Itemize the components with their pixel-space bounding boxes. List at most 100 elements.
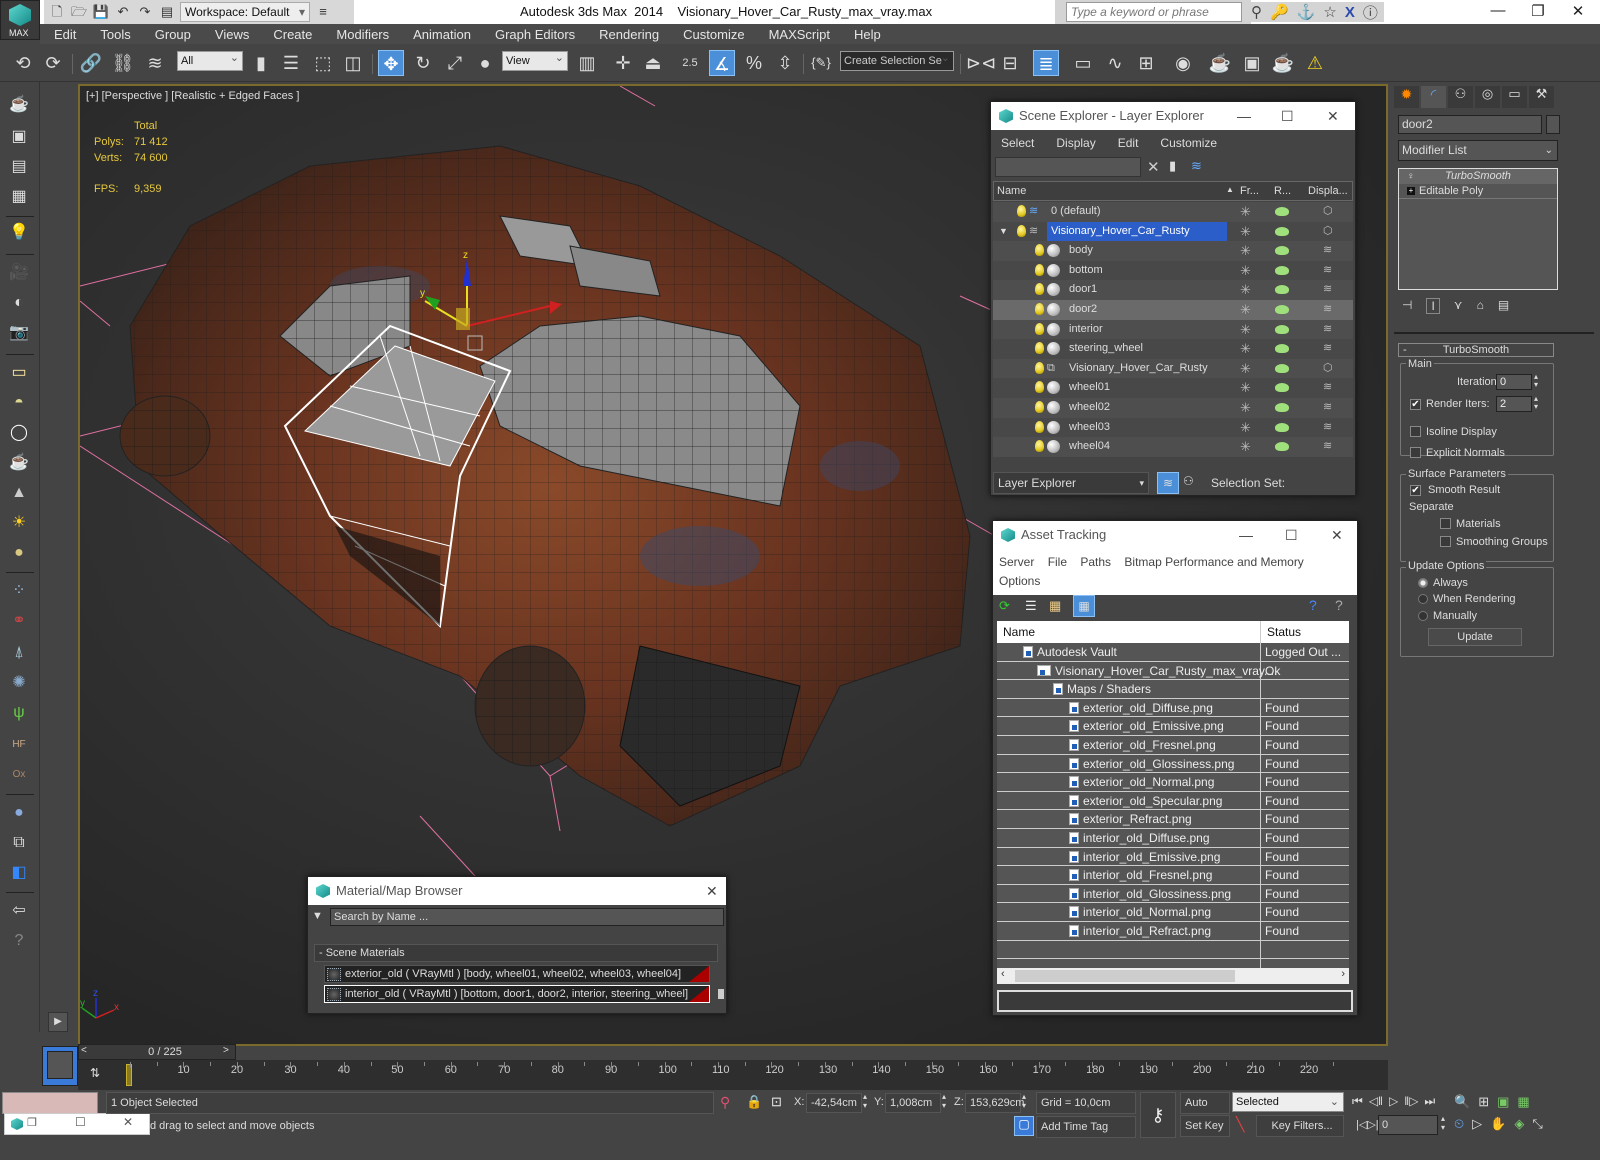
track-bar-filter-icon[interactable]: ⇅ — [90, 1066, 100, 1080]
layer-row[interactable]: steering_wheel ✳ ≋ — [993, 339, 1353, 359]
layer-row[interactable]: wheel03 ✳ ≋ — [993, 417, 1353, 438]
lightbulb-icon[interactable] — [1035, 263, 1044, 276]
modifier-list-dropdown[interactable]: Modifier List ⌄ — [1398, 140, 1558, 161]
minimize-button[interactable]: — — [1239, 521, 1253, 549]
asset-row[interactable]: Visionary_Hover_Car_Rusty_max_vray.... Ok — [997, 661, 1349, 681]
scrollbar-thumb[interactable] — [1015, 970, 1235, 982]
key-mode-toggle-icon[interactable]: |◁▷| — [1356, 1118, 1379, 1131]
lightbulb-icon[interactable] — [1035, 342, 1044, 355]
menu-group[interactable]: Group — [155, 27, 191, 42]
grass-icon[interactable]: ψ — [8, 702, 30, 724]
explicit-normals-checkbox[interactable] — [1410, 447, 1421, 458]
x-coordinate-field[interactable]: -42,54cm — [806, 1093, 862, 1113]
material-item-exterior[interactable]: exterior_old ( VRayMtl ) [body, wheel01,… — [324, 965, 710, 983]
freeze-icon[interactable]: ✳ — [1240, 280, 1251, 299]
scene-materials-header[interactable]: - Scene Materials — [314, 944, 718, 962]
menu-views[interactable]: Views — [215, 27, 249, 42]
binoculars-icon[interactable]: ⚲ — [1251, 3, 1262, 21]
z-spinner-icon[interactable]: ▴ ▾ — [1022, 1092, 1026, 1110]
asset-row[interactable]: exterior_old_Fresnel.png Found — [997, 736, 1349, 755]
set-key-toggle-icon[interactable]: ⚷ — [1140, 1092, 1176, 1138]
maximize-button[interactable]: ☐ — [1285, 521, 1298, 549]
hair-fur-icon[interactable]: HF — [8, 734, 30, 756]
close-icon[interactable]: ✕ — [123, 1115, 133, 1129]
render-iters-checkbox[interactable]: ✔ — [1410, 399, 1421, 410]
smooth-result-checkbox[interactable]: ✔ — [1410, 485, 1421, 496]
undo-icon[interactable]: ↶ — [114, 4, 132, 20]
close-button[interactable]: ✕ — [1558, 2, 1598, 22]
window-crossing-icon[interactable]: ◫ — [340, 50, 366, 76]
scene-explorer-search-input[interactable] — [995, 157, 1141, 177]
display-shaded-icon[interactable]: ≋ — [1323, 398, 1332, 417]
separate-materials-checkbox[interactable] — [1440, 518, 1451, 529]
freeze-icon[interactable]: ✳ — [1240, 437, 1251, 456]
display-shaded-icon[interactable]: ≋ — [1323, 261, 1332, 280]
render-frame-icon[interactable]: ▣ — [8, 126, 30, 148]
lightbulb-icon[interactable] — [1035, 283, 1044, 296]
turbosmooth-rollout-header[interactable]: - TurboSmooth — [1398, 343, 1554, 357]
create-layer-icon[interactable]: ▮ — [1169, 158, 1176, 174]
rectangular-selection-icon[interactable]: ⬚ — [310, 50, 336, 76]
mesh-light-icon[interactable]: ☕ — [8, 452, 30, 474]
display-shaded-icon[interactable]: ≋ — [1323, 378, 1332, 397]
spinner-arrows-icon[interactable]: ▴ ▾ — [1534, 395, 1538, 411]
browser-options-icon[interactable]: ▼ — [312, 910, 323, 922]
key-filters-button[interactable]: Key Filters... — [1256, 1115, 1344, 1137]
list-panel-icon[interactable]: ▤ — [8, 156, 30, 178]
update-manually-radio[interactable] — [1418, 611, 1428, 621]
y-coordinate-field[interactable]: 1,008cm — [885, 1093, 941, 1113]
lightbulb-icon[interactable] — [1017, 224, 1026, 237]
pan-hand-icon[interactable]: ✋ — [1490, 1116, 1506, 1132]
schematic-view-icon[interactable]: ⊞ — [1133, 50, 1159, 76]
auto-key-button[interactable]: Auto Key — [1180, 1092, 1230, 1129]
horizontal-scrollbar[interactable]: ‹ › — [997, 968, 1349, 984]
render-production-icon[interactable]: ☕ — [1270, 50, 1296, 76]
asset-row[interactable]: exterior_old_Emissive.png Found — [997, 717, 1349, 736]
display-shaded-icon[interactable]: ≋ — [1323, 280, 1332, 299]
freeze-icon[interactable]: ✳ — [1240, 202, 1251, 221]
select-object-icon[interactable]: ▮ — [248, 50, 274, 76]
menu-maxscript[interactable]: MAXScript — [769, 27, 830, 42]
material-browser-titlebar[interactable]: Material/Map Browser ✕ — [308, 877, 726, 905]
modify-tab-icon[interactable]: ◜ — [1421, 86, 1446, 108]
go-to-end-icon[interactable]: ⏭ — [1424, 1094, 1435, 1109]
keyboard-shortcut-override-icon[interactable]: ⏏ — [640, 50, 666, 76]
zoom-extents-all-icon[interactable]: ▦ — [1517, 1094, 1529, 1110]
project-folder-icon[interactable]: ▤ — [158, 4, 176, 20]
lightbulb-icon[interactable] — [1035, 303, 1044, 315]
asset-row[interactable]: interior_old_Refract.png Found — [997, 922, 1349, 941]
add-to-layer-icon[interactable]: ≋ — [1191, 158, 1202, 174]
show-end-result-icon[interactable]: I — [1426, 298, 1440, 314]
freeze-icon[interactable]: ✳ — [1240, 339, 1251, 358]
floating-window-stub[interactable]: ❐ ☐ ✕ — [4, 1113, 150, 1135]
mirror-icon[interactable]: ⊳⊲ — [966, 50, 996, 76]
asset-row[interactable]: Maps / Shaders — [997, 680, 1349, 699]
lightbulb-icon[interactable] — [1035, 440, 1044, 453]
select-and-move-icon[interactable]: ✥ — [378, 50, 404, 76]
render-region-icon[interactable]: ◧ — [8, 862, 30, 884]
lightbulb-icon[interactable] — [1035, 322, 1044, 335]
stereo-camera-icon[interactable]: 📷 — [8, 322, 30, 344]
menu-tools[interactable]: Tools — [100, 27, 130, 42]
absolute-mode-icon[interactable]: ⊡ — [771, 1094, 782, 1110]
unlink-icon[interactable]: ⛓ — [110, 50, 136, 76]
grid-panel-icon[interactable]: ▦ — [8, 186, 30, 208]
play-icon[interactable]: ▷ — [1389, 1094, 1398, 1109]
menu-customize[interactable]: Customize — [683, 27, 744, 42]
menu-server[interactable]: Server — [999, 555, 1034, 569]
qat-customize-icon[interactable]: ≡ — [314, 4, 332, 20]
display-shaded-icon[interactable]: ≋ — [1323, 320, 1332, 339]
layer-row[interactable]: wheel02 ✳ ≋ — [993, 398, 1353, 418]
col-name[interactable]: Name — [1003, 621, 1035, 643]
undo-icon[interactable]: ⟲ — [10, 50, 36, 76]
display-shaded-icon[interactable]: ≋ — [1323, 418, 1332, 437]
z-coordinate-field[interactable]: 153,629cm — [965, 1093, 1024, 1113]
menu-paths[interactable]: Paths — [1080, 555, 1111, 569]
x-spinner-icon[interactable]: ▴ ▾ — [863, 1092, 867, 1110]
spinner-arrows-icon[interactable]: ▴ ▾ — [1534, 373, 1538, 389]
fur-blob-icon[interactable]: ✺ — [8, 672, 30, 694]
menu-create[interactable]: Create — [273, 27, 312, 42]
render-iters-spinner[interactable]: 2 — [1496, 396, 1532, 412]
workspace-dropdown[interactable]: Workspace: Default — [180, 2, 310, 22]
asset-row[interactable]: interior_old_Normal.png Found — [997, 903, 1349, 922]
